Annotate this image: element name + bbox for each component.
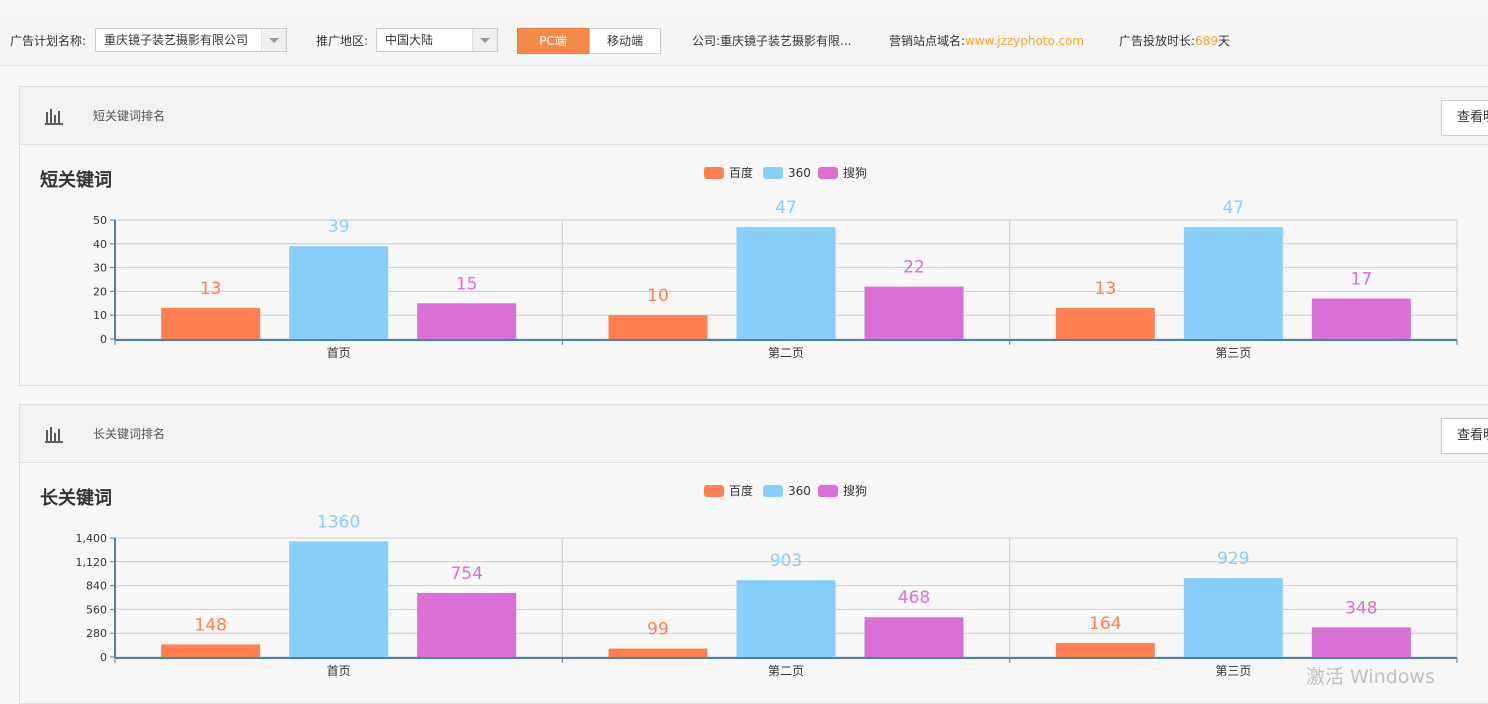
y-tick-label: 840 [86, 580, 107, 593]
bar [161, 644, 261, 657]
data-label: 99 [647, 620, 669, 640]
y-tick-label: 1,400 [76, 532, 108, 545]
data-label: 164 [1089, 614, 1121, 634]
bar [417, 592, 517, 657]
bar [1183, 578, 1283, 657]
y-tick-label: 560 [86, 603, 107, 616]
bar [1311, 627, 1411, 657]
activation-watermark: 激活 Windows [1306, 666, 1435, 688]
data-label: 903 [770, 551, 802, 571]
bar [289, 541, 389, 657]
data-label: 468 [898, 588, 930, 608]
data-label: 929 [1217, 549, 1249, 569]
y-tick-label: 0 [100, 651, 107, 664]
bar [736, 580, 836, 657]
bar [1055, 643, 1155, 657]
bar [864, 617, 964, 657]
x-tick-label: 第三页 [1215, 664, 1251, 678]
y-tick-label: 1,120 [76, 556, 108, 569]
bar [608, 648, 708, 657]
x-tick-label: 首页 [327, 664, 351, 678]
data-label: 754 [450, 564, 482, 584]
data-label: 148 [194, 615, 226, 635]
y-tick-label: 280 [86, 627, 107, 640]
data-label: 348 [1345, 598, 1377, 618]
data-label: 1360 [317, 512, 360, 532]
x-tick-label: 第二页 [768, 664, 804, 678]
long-keyword-bar-chart: 0 280 560 840 1,120 1,400 148 1360 754 首页 99 903 468… [76, 512, 1458, 678]
